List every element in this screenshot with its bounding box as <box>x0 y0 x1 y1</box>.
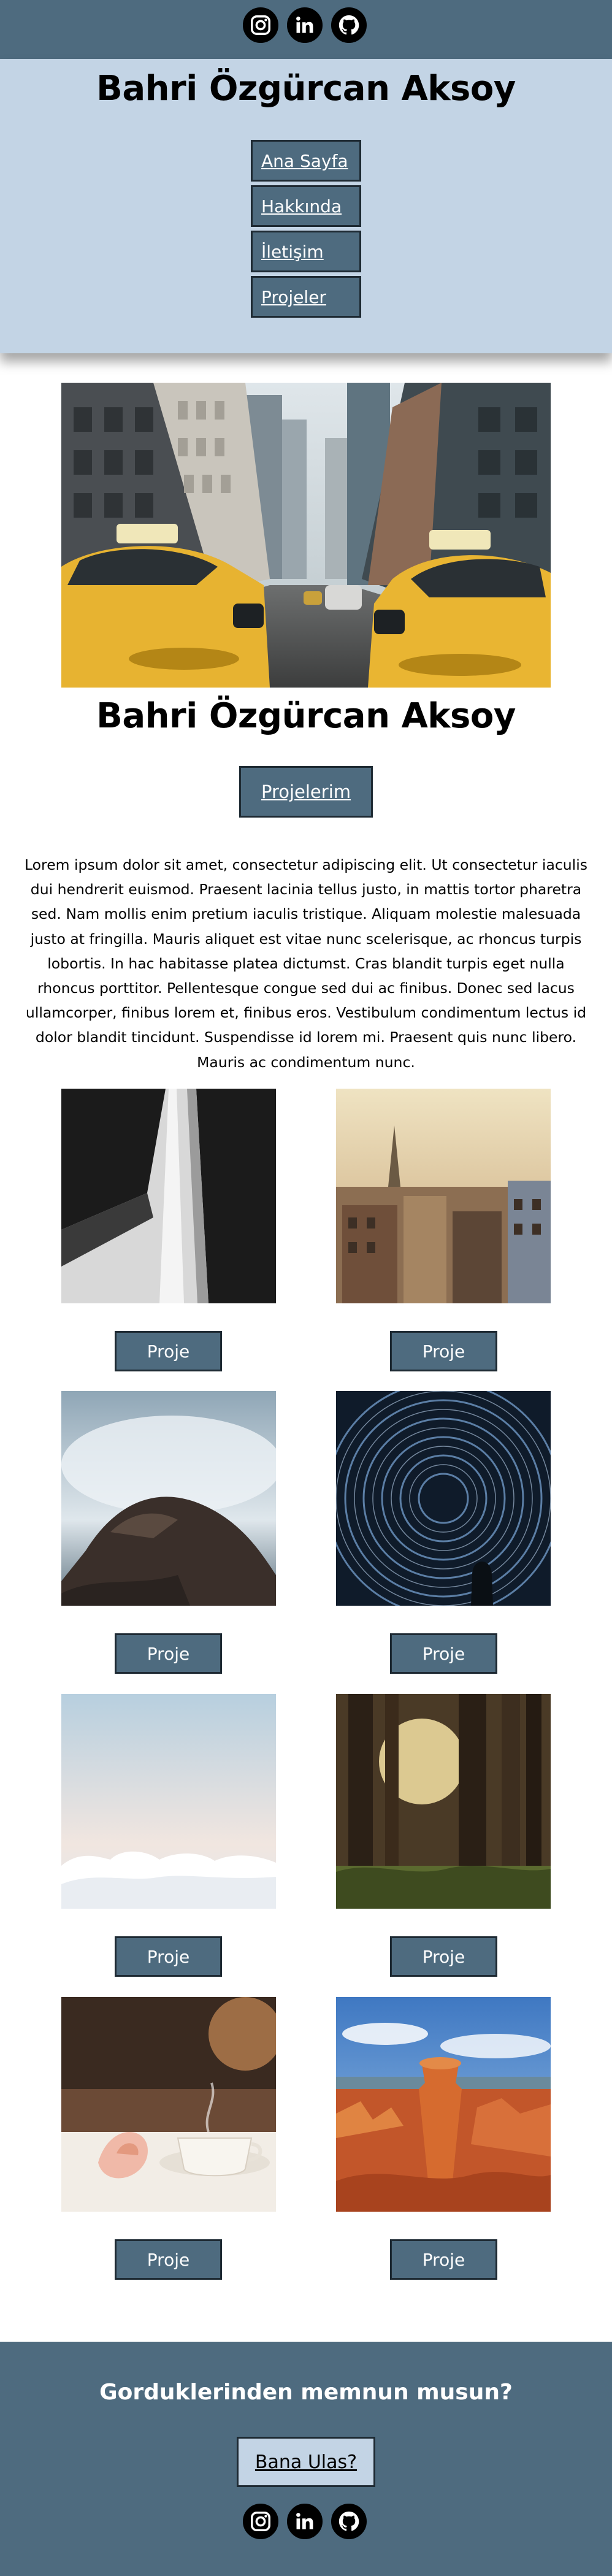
github-icon <box>339 15 359 35</box>
nav-item-hakkinda[interactable]: Hakkında <box>251 185 361 227</box>
intro-paragraph: Lorem ipsum dolor sit amet, consectetur … <box>25 856 587 1071</box>
projects-button[interactable]: Projelerim <box>239 766 373 818</box>
project-image-star-trails <box>336 1391 551 1606</box>
instagram-icon <box>251 15 270 35</box>
contact-button[interactable]: Bana Ulas? <box>237 2437 375 2487</box>
project-image-waves <box>61 1391 276 1606</box>
project-button-1[interactable]: Proje <box>115 1331 222 1371</box>
project-image-tea <box>61 1997 276 2212</box>
project-button-4[interactable]: Proje <box>390 1633 497 1674</box>
project-image-architecture <box>61 1089 276 1303</box>
nav-item-ana-sayfa[interactable]: Ana Sayfa <box>251 140 361 182</box>
footer-social-links <box>241 2502 369 2541</box>
footer-github-link[interactable] <box>329 2502 369 2541</box>
project-image-clouds <box>61 1694 276 1909</box>
project-button-6[interactable]: Proje <box>390 1936 497 1977</box>
project-image-forest <box>336 1694 551 1909</box>
site-header: Bahri Özgürcan Aksoy Ana Sayfa Hakkında … <box>0 59 612 353</box>
instagram-link[interactable] <box>241 6 280 45</box>
instagram-icon <box>251 2512 270 2531</box>
project-image-canyon <box>336 1997 551 2212</box>
site-footer: Gorduklerinden memnun musun? Bana Ulas? <box>0 2342 612 2576</box>
social-links <box>241 6 369 45</box>
github-icon <box>339 2511 359 2531</box>
hero-title: Bahri Özgürcan Aksoy <box>96 696 516 736</box>
footer-linkedin-link[interactable] <box>285 2502 324 2541</box>
project-button-5[interactable]: Proje <box>115 1936 222 1977</box>
site-title: Bahri Özgürcan Aksoy <box>96 69 516 109</box>
project-button-8[interactable]: Proje <box>390 2239 497 2280</box>
nav-item-projeler[interactable]: Projeler <box>251 276 361 318</box>
nav-item-iletisim[interactable]: İletişim <box>251 231 361 272</box>
footer-instagram-link[interactable] <box>241 2502 280 2541</box>
linkedin-link[interactable] <box>285 6 324 45</box>
project-button-3[interactable]: Proje <box>115 1633 222 1674</box>
hero-image <box>61 383 551 688</box>
project-button-2[interactable]: Proje <box>390 1331 497 1371</box>
footer-question: Gorduklerinden memnun musun? <box>99 2380 513 2405</box>
github-link[interactable] <box>329 6 369 45</box>
project-button-7[interactable]: Proje <box>115 2239 222 2280</box>
linkedin-icon <box>296 2513 313 2529</box>
linkedin-icon <box>296 17 313 33</box>
top-bar <box>0 0 612 59</box>
project-image-town <box>336 1089 551 1303</box>
